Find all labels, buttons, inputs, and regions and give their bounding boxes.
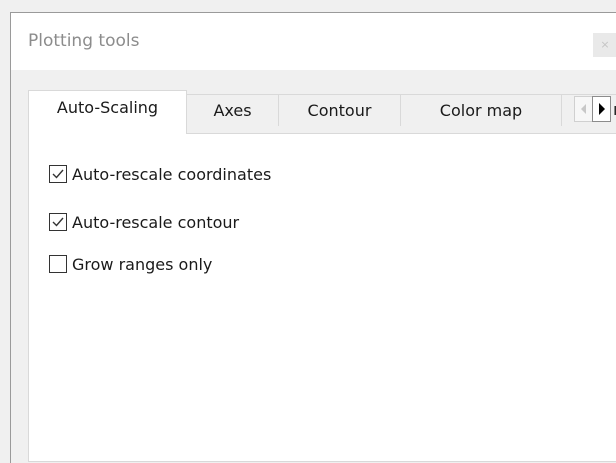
tab-label: Axes <box>213 101 252 120</box>
tab-color-map[interactable]: Color map <box>400 94 562 126</box>
checkbox[interactable] <box>49 165 67 183</box>
checkbox[interactable] <box>49 255 67 273</box>
window-title: Plotting tools <box>28 31 140 51</box>
option-grow-ranges-only[interactable]: Grow ranges only <box>49 252 212 276</box>
option-auto-rescale-coordinates[interactable]: Auto-rescale coordinates <box>49 162 271 186</box>
checkmark-icon <box>52 169 64 179</box>
option-label: Grow ranges only <box>72 254 213 274</box>
tab-auto-scaling[interactable]: Auto-Scaling <box>28 90 187 134</box>
option-auto-rescale-contour[interactable]: Auto-rescale contour <box>49 210 239 234</box>
tab-scroll-right-button[interactable] <box>592 96 611 122</box>
tab-axes[interactable]: Axes <box>186 94 279 126</box>
tab-label: Contour <box>307 101 372 120</box>
triangle-left-icon <box>580 104 586 114</box>
checkmark-icon <box>52 217 64 227</box>
close-button[interactable]: × <box>593 33 616 57</box>
option-label: Auto-rescale coordinates <box>72 164 272 184</box>
checkbox[interactable] <box>49 213 67 231</box>
triangle-right-icon <box>598 103 605 115</box>
tab-contour[interactable]: Contour <box>278 94 401 126</box>
close-icon: × <box>600 38 610 51</box>
auto-scaling-panel: Auto-rescale coordinates Auto-rescale co… <box>28 133 616 462</box>
title-bar[interactable]: Plotting tools × <box>11 13 616 70</box>
tab-label: Color map <box>439 101 523 120</box>
tab-scroll-left-button[interactable] <box>574 96 593 122</box>
option-label: Auto-rescale contour <box>72 212 240 232</box>
tab-strip: Auto-Scaling Axes Contour Color map ı <box>28 82 616 134</box>
tab-scroll-buttons <box>574 96 612 122</box>
tab-label: Auto-Scaling <box>56 98 159 117</box>
plotting-tools-window: Plotting tools × Auto-Scaling Axes Conto… <box>10 12 616 463</box>
